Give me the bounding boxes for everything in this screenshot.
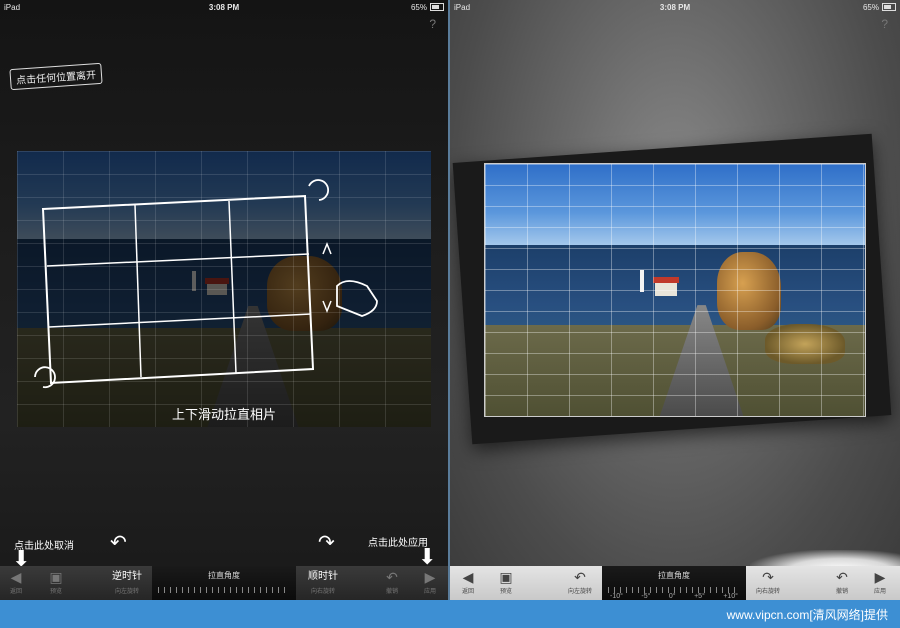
swipe-arrows-icon [322, 241, 332, 314]
angle-label: 拉直角度 [208, 571, 240, 580]
carrier-label: iPad [454, 2, 471, 12]
forward-arrow-icon: ▶ [874, 569, 886, 585]
battery-icon [430, 3, 444, 11]
forward-arrow-icon: ▶ [424, 569, 436, 585]
gesture-diagram [34, 179, 378, 389]
rotate-right-button[interactable]: 顺时针 向右旋转 [300, 568, 346, 598]
watermark-footer: www.vipcn.com[清风网络]提供 [0, 600, 900, 628]
leave-hint: 点击任何位置离开 [9, 62, 103, 91]
apply-button[interactable]: ▶ 应用 [410, 568, 448, 598]
rotate-left-button[interactable]: ↶ 向左旋转 [560, 568, 600, 598]
battery-percent: 65% [410, 2, 427, 12]
rotate-cw-icon [308, 179, 330, 201]
status-bar: iPad 3:08 PM 65% [0, 0, 448, 14]
rotate-right-button[interactable]: ↷ 向右旋转 [748, 568, 788, 598]
help-button[interactable]: ? [429, 17, 436, 31]
straighten-angle-slider[interactable]: 拉直角度 [152, 566, 296, 600]
preview-photo[interactable] [484, 163, 866, 417]
back-arrow-icon: ◀ [462, 569, 474, 585]
status-bar: iPad 3:08 PM 65% [450, 0, 900, 14]
help-button[interactable]: ? [881, 17, 888, 31]
undo-icon: ↶ [386, 569, 398, 585]
clock: 3:08 PM [208, 2, 240, 12]
preview-button[interactable]: ▣ 预览 [486, 568, 526, 598]
rotate-left-button[interactable]: 逆时针 向左旋转 [104, 568, 150, 598]
rotate-left-icon: ↶ [574, 569, 586, 585]
image-icon: ▣ [49, 569, 63, 585]
angle-label: 拉直角度 [658, 571, 690, 580]
battery-icon [882, 3, 896, 11]
rotate-ccw-icon [34, 366, 56, 389]
straighten-photo[interactable] [17, 151, 431, 427]
back-arrow-icon: ◀ [10, 569, 22, 585]
apply-arrow-icon: ⬇ [418, 544, 437, 569]
clock: 3:08 PM [659, 2, 691, 12]
footer-credit: www.vipcn.com[清风网络]提供 [726, 607, 888, 622]
cw-hint-icon: ↷ [318, 532, 335, 554]
image-icon: ▣ [499, 569, 513, 585]
undo-icon: ↶ [836, 569, 848, 585]
straighten-angle-slider[interactable]: 拉直角度 -10° -5° 0° +5° +10° [602, 566, 746, 600]
gesture-instruction: 上下滑动拉直相片 [171, 407, 276, 422]
hand-icon [336, 280, 378, 317]
back-button[interactable]: ◀ 返回 [450, 568, 488, 598]
undo-button[interactable]: ↶ 撤销 [372, 568, 412, 598]
left-screen: iPad 3:08 PM 65% ? 点击任何位置离开 上下滑动拉直相片 点击此… [0, 0, 448, 600]
preview-button[interactable]: ▣ 预览 [36, 568, 76, 598]
ccw-hint-icon: ↶ [110, 532, 127, 554]
battery-percent: 65% [862, 2, 879, 12]
cw-label: 顺时针 [308, 571, 338, 582]
carrier-label: iPad [4, 2, 21, 12]
angle-ticks [158, 587, 290, 593]
undo-button[interactable]: ↶ 撤销 [822, 568, 862, 598]
angle-scale: -10° -5° 0° +5° +10° [610, 593, 738, 600]
apply-button[interactable]: ▶ 应用 [860, 568, 900, 598]
tilted-frame [41, 194, 315, 385]
ccw-label: 逆时针 [112, 571, 142, 582]
grid-overlay [485, 164, 865, 416]
back-button[interactable]: ◀ 返回 [0, 568, 36, 598]
right-screen: iPad 3:08 PM 65% ? ◀ 返回 ▣ 预览 ↶ 向左旋转 拉直角度 -1… [450, 0, 900, 600]
bottom-toolbar: ◀ 返回 ▣ 预览 逆时针 向左旋转 拉直角度 顺时针 向右旋转 ↶ 撤销 ▶ 应用 [0, 566, 448, 600]
bottom-toolbar: ◀ 返回 ▣ 预览 ↶ 向左旋转 拉直角度 -10° -5° 0° +5° +10° … [450, 566, 900, 600]
rotate-right-icon: ↷ [762, 569, 774, 585]
